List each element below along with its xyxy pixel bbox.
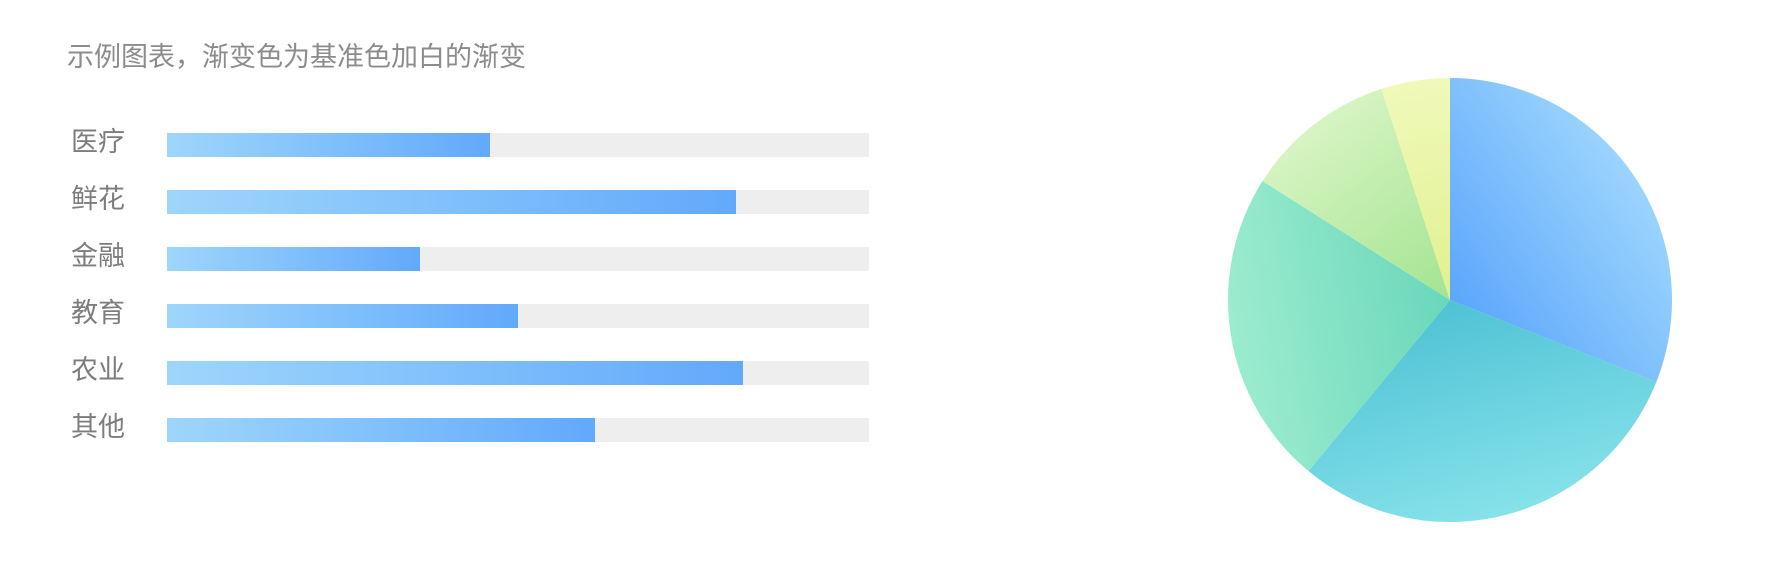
bar-track: [167, 361, 869, 385]
bar-fill: [167, 133, 490, 157]
bar-category-label: 金融: [71, 241, 125, 272]
bar-category-label: 教育: [71, 298, 125, 329]
bar-row: 教育: [60, 294, 880, 334]
bar-row: 金融: [60, 237, 880, 277]
pie-chart: [1228, 78, 1672, 522]
bar-row: 医疗: [60, 123, 880, 163]
bar-track: [167, 247, 869, 271]
bar-track: [167, 133, 869, 157]
chart-title: 示例图表，渐变色为基准色加白的渐变: [67, 42, 526, 73]
bar-row: 农业: [60, 351, 880, 391]
bar-track: [167, 190, 869, 214]
bar-category-label: 医疗: [71, 127, 125, 158]
bar-track: [167, 418, 869, 442]
bar-row: 鲜花: [60, 180, 880, 220]
bar-fill: [167, 304, 518, 328]
bar-track: [167, 304, 869, 328]
bar-fill: [167, 418, 595, 442]
bar-chart: 医疗鲜花金融教育农业其他: [60, 120, 880, 510]
bar-category-label: 鲜花: [71, 184, 125, 215]
bar-fill: [167, 190, 736, 214]
bar-category-label: 农业: [71, 355, 125, 386]
bar-fill: [167, 361, 743, 385]
bar-category-label: 其他: [71, 412, 125, 443]
bar-fill: [167, 247, 420, 271]
bar-row: 其他: [60, 408, 880, 448]
